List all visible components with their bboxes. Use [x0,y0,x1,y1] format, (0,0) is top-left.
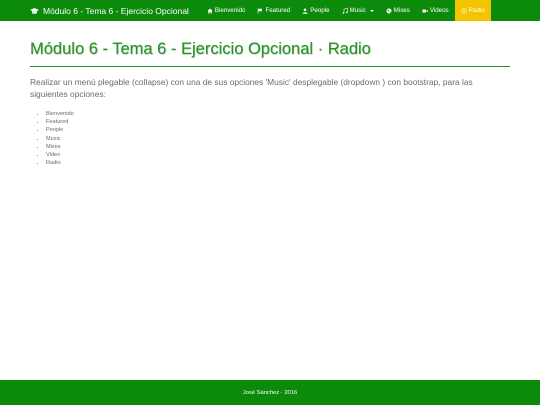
page-title: Módulo 6 - Tema 6 - Ejercicio Opcional ·… [30,40,510,67]
list-item: Bienvenido [46,110,510,118]
footer-text: José Sánchez · 2016 [242,389,298,396]
user-icon [302,7,308,14]
nav-item-featured[interactable]: Featured [251,0,296,21]
page-description: Realizar un menú plegable (collapse) con… [30,77,473,99]
list-item: Mixes [46,143,510,151]
footer: José Sánchez · 2016 [0,380,540,405]
navbar: Módulo 6 - Tema 6 - Ejercicio Opcional B… [0,0,540,21]
flag-icon [258,8,263,14]
list-item: People [46,126,510,134]
home-icon [207,8,213,13]
nav-item-radio[interactable]: Radio [454,0,491,21]
graduation-cap-icon [30,7,39,14]
nav-item-music[interactable]: Music [336,0,380,21]
nav-item-label: Mixes [393,7,410,14]
nav-item-bienvenido[interactable]: Bienvenido [201,0,252,21]
radio-icon [461,7,467,14]
nav-item-label: People [310,7,330,14]
list-item: Music [46,135,510,143]
list-item: Featured [46,118,510,126]
globe-icon [386,8,392,13]
nav-item-videos[interactable]: Videos [416,0,455,21]
navbar-brand[interactable]: Módulo 6 - Tema 6 - Ejercicio Opcional [0,0,199,21]
brand-title: Módulo 6 - Tema 6 - Ejercicio Opcional [43,5,189,16]
nav-item-label: Featured [265,7,291,14]
main-content: Módulo 6 - Tema 6 - Ejercicio Opcional ·… [30,40,510,167]
list-item: Radio [46,159,510,167]
video-icon [422,9,428,12]
nav-item-label: Bienvenido [214,7,246,14]
nav-item-mixes[interactable]: Mixes [380,0,416,21]
list-item: Video [46,151,510,159]
music-icon [342,7,348,14]
options-list: Bienvenido Featured People Music Mixes V… [30,110,510,167]
nav-item-label: Music [349,7,366,14]
chevron-down-icon [369,9,374,12]
nav-item-label: Videos [429,7,449,14]
nav-item-label: Radio [468,7,485,14]
nav-menu: Bienvenido Featured People Music Mixes V… [201,0,491,21]
nav-item-people[interactable]: People [296,0,335,21]
